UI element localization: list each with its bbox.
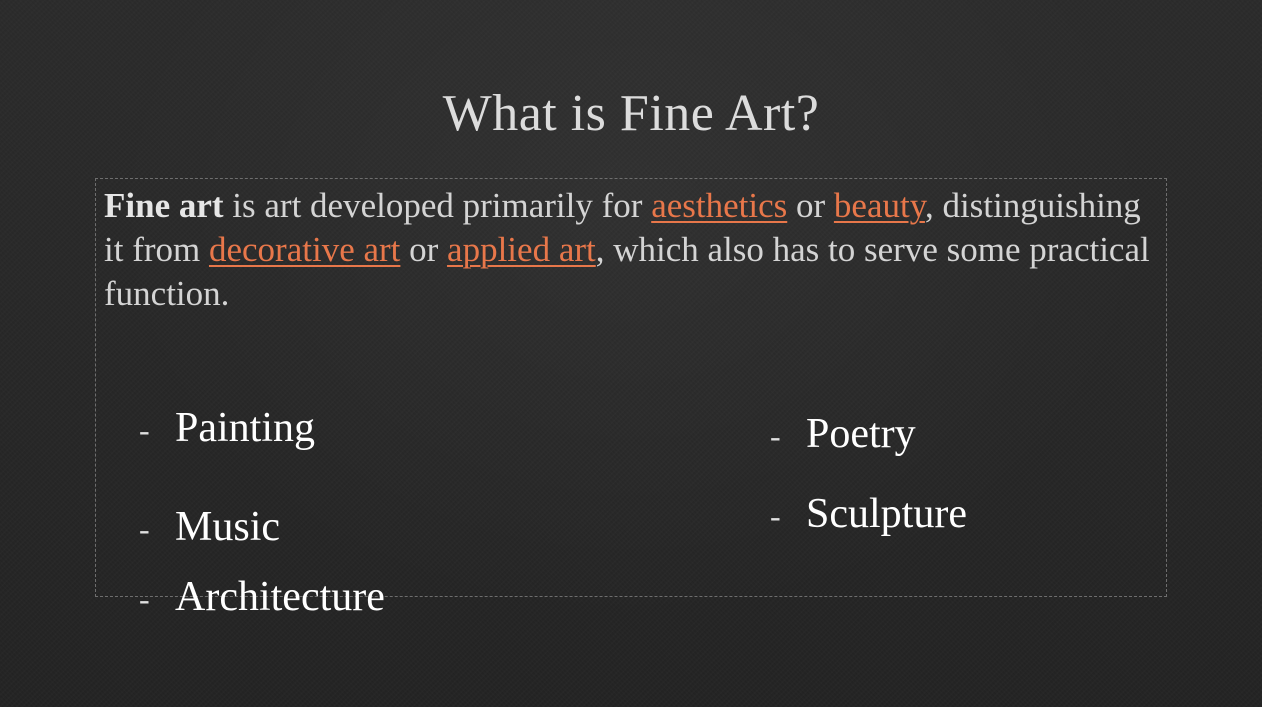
- term-fine-art: Fine art: [104, 186, 224, 225]
- definition-text-2: or: [787, 186, 834, 225]
- list-item-label: Architecture: [175, 574, 385, 620]
- list-item-poetry: - Poetry: [770, 409, 916, 461]
- definition-text-1: is art developed primarily for: [223, 186, 652, 225]
- bullet-dash: -: [139, 581, 150, 617]
- slide: What is Fine Art? Fine art is art develo…: [0, 0, 1262, 707]
- bullet-dash: -: [770, 498, 781, 534]
- list-item-sculpture: - Sculpture: [770, 489, 967, 541]
- list-item-music: - Music: [139, 502, 280, 554]
- list-item-architecture: - Architecture: [139, 572, 385, 624]
- bullet-dash: -: [770, 418, 781, 454]
- bullet-dash: -: [139, 511, 150, 547]
- list-item-label: Sculpture: [806, 491, 967, 537]
- list-item-label: Music: [175, 504, 280, 550]
- list-item-label: Painting: [175, 405, 316, 451]
- definition-text-4: or: [400, 230, 448, 269]
- bullet-dash: -: [139, 412, 150, 448]
- list-item-label: Poetry: [806, 411, 916, 457]
- slide-title: What is Fine Art?: [442, 85, 820, 142]
- list-item-painting: - Painting: [139, 403, 315, 455]
- definition-paragraph: Fine art is art developed primarily for …: [104, 184, 1154, 316]
- link-aesthetics[interactable]: aesthetics: [651, 186, 787, 225]
- link-decorative-art[interactable]: decorative art: [209, 230, 400, 269]
- link-beauty[interactable]: beauty: [834, 186, 925, 225]
- link-applied-art[interactable]: applied art: [447, 230, 596, 269]
